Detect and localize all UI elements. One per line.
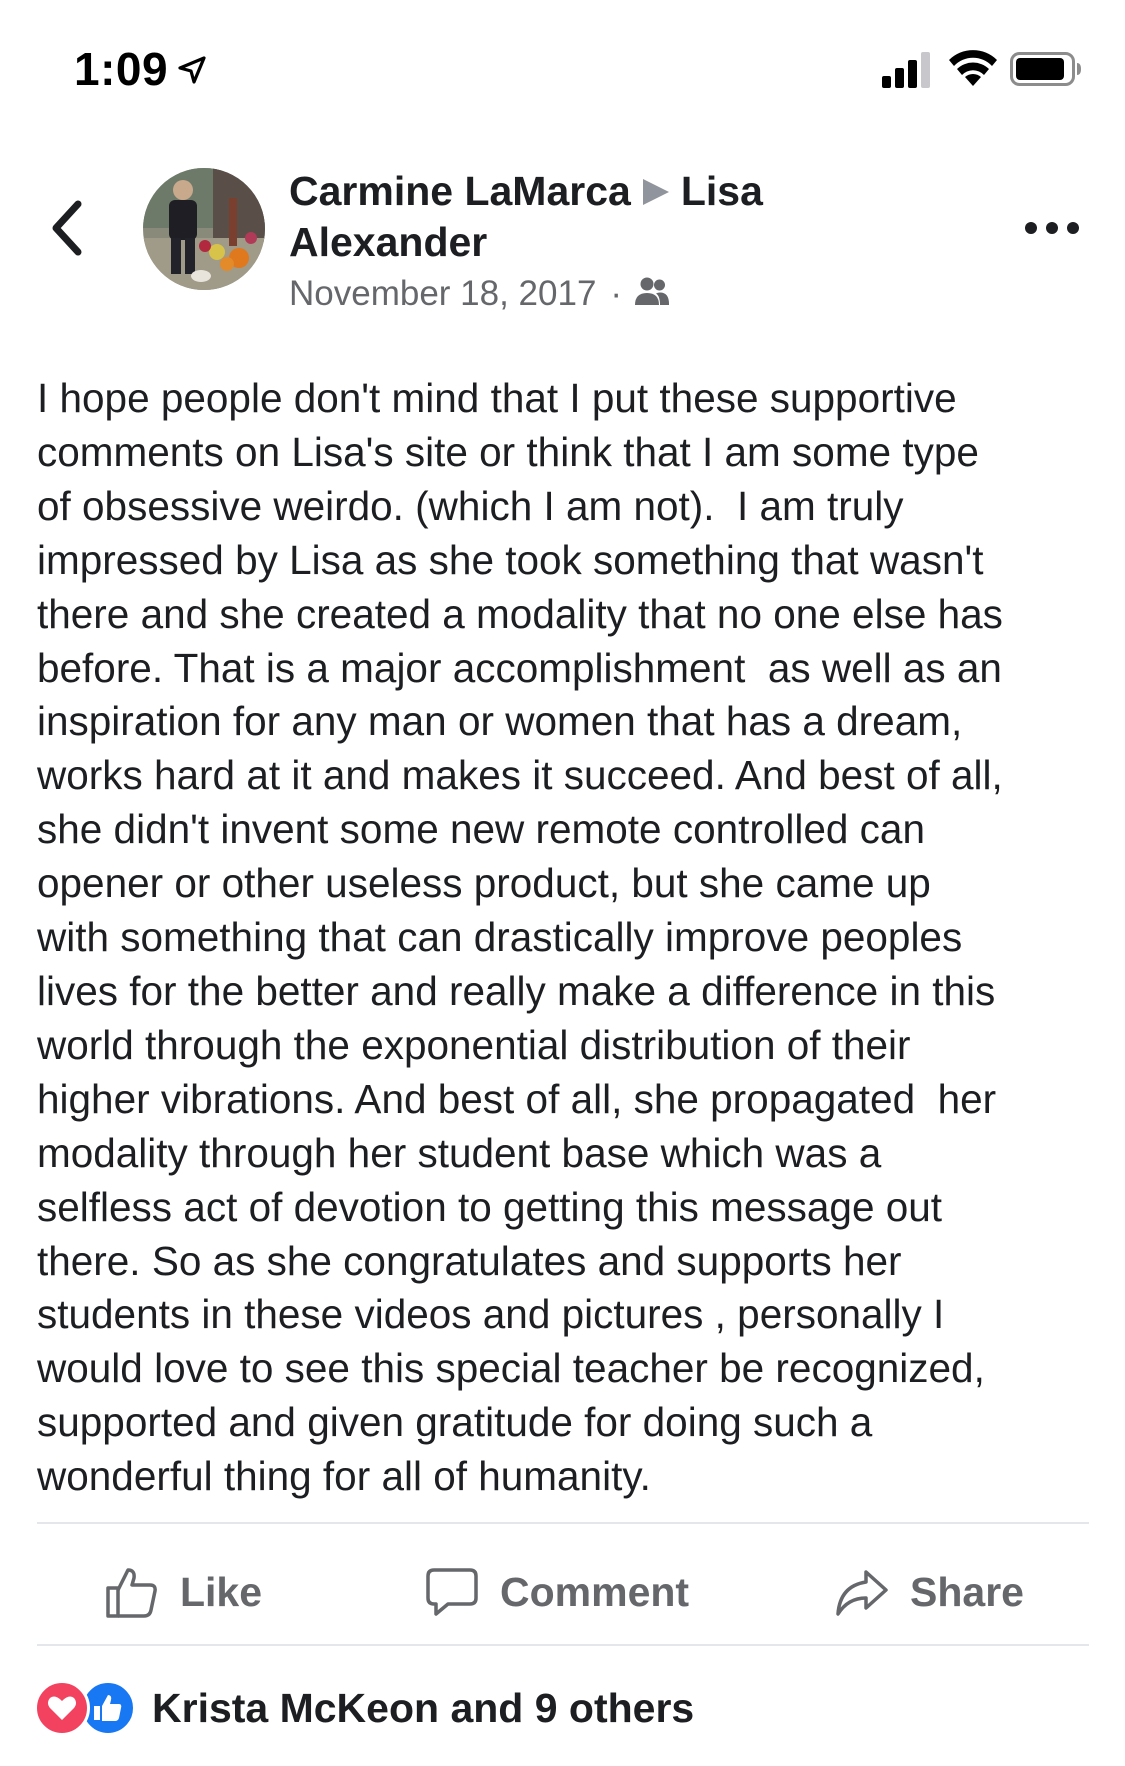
like-label: Like bbox=[180, 1568, 263, 1615]
like-button[interactable]: Like bbox=[104, 1556, 262, 1628]
comment-bubble-icon bbox=[426, 1568, 478, 1616]
comment-button[interactable]: Comment bbox=[424, 1556, 689, 1628]
wifi-icon bbox=[949, 50, 997, 86]
divider-top bbox=[37, 1522, 1089, 1524]
back-button[interactable] bbox=[44, 196, 94, 260]
meta-separator: · bbox=[610, 274, 623, 313]
divider-bottom bbox=[37, 1644, 1089, 1646]
status-bar: 1:09 bbox=[0, 0, 1125, 130]
more-options-button[interactable] bbox=[1024, 214, 1080, 242]
friends-icon bbox=[635, 277, 670, 305]
battery-icon bbox=[1010, 52, 1081, 86]
post-author-line: Carmine LaMarca Lisa Alexander bbox=[289, 166, 849, 268]
share-label: Share bbox=[910, 1568, 1024, 1615]
post-date[interactable]: November 18, 2017 bbox=[289, 274, 596, 313]
location-arrow-icon bbox=[178, 56, 206, 84]
author-avatar[interactable] bbox=[143, 168, 265, 290]
share-button[interactable]: Share bbox=[834, 1556, 1024, 1628]
reactions-summary-text: Krista McKeon and 9 others bbox=[152, 1684, 695, 1731]
cellular-signal-icon bbox=[882, 52, 930, 88]
reactions-summary[interactable]: Krista McKeon and 9 others bbox=[34, 1680, 694, 1736]
status-time: 1:09 bbox=[74, 43, 169, 95]
comment-label: Comment bbox=[500, 1568, 690, 1615]
more-dots-icon bbox=[1025, 222, 1079, 234]
chevron-left-icon bbox=[52, 200, 82, 256]
thumbs-up-icon bbox=[106, 1568, 157, 1618]
share-arrow-icon bbox=[836, 1570, 888, 1616]
triangle-right-icon bbox=[642, 179, 669, 205]
post-body-text: I hope people don't mind that I put thes… bbox=[37, 375, 1003, 1500]
post-meta: November 18, 2017 · bbox=[289, 274, 670, 314]
author-name[interactable]: Carmine LaMarca bbox=[289, 168, 631, 214]
love-reaction-icon bbox=[34, 1680, 90, 1736]
